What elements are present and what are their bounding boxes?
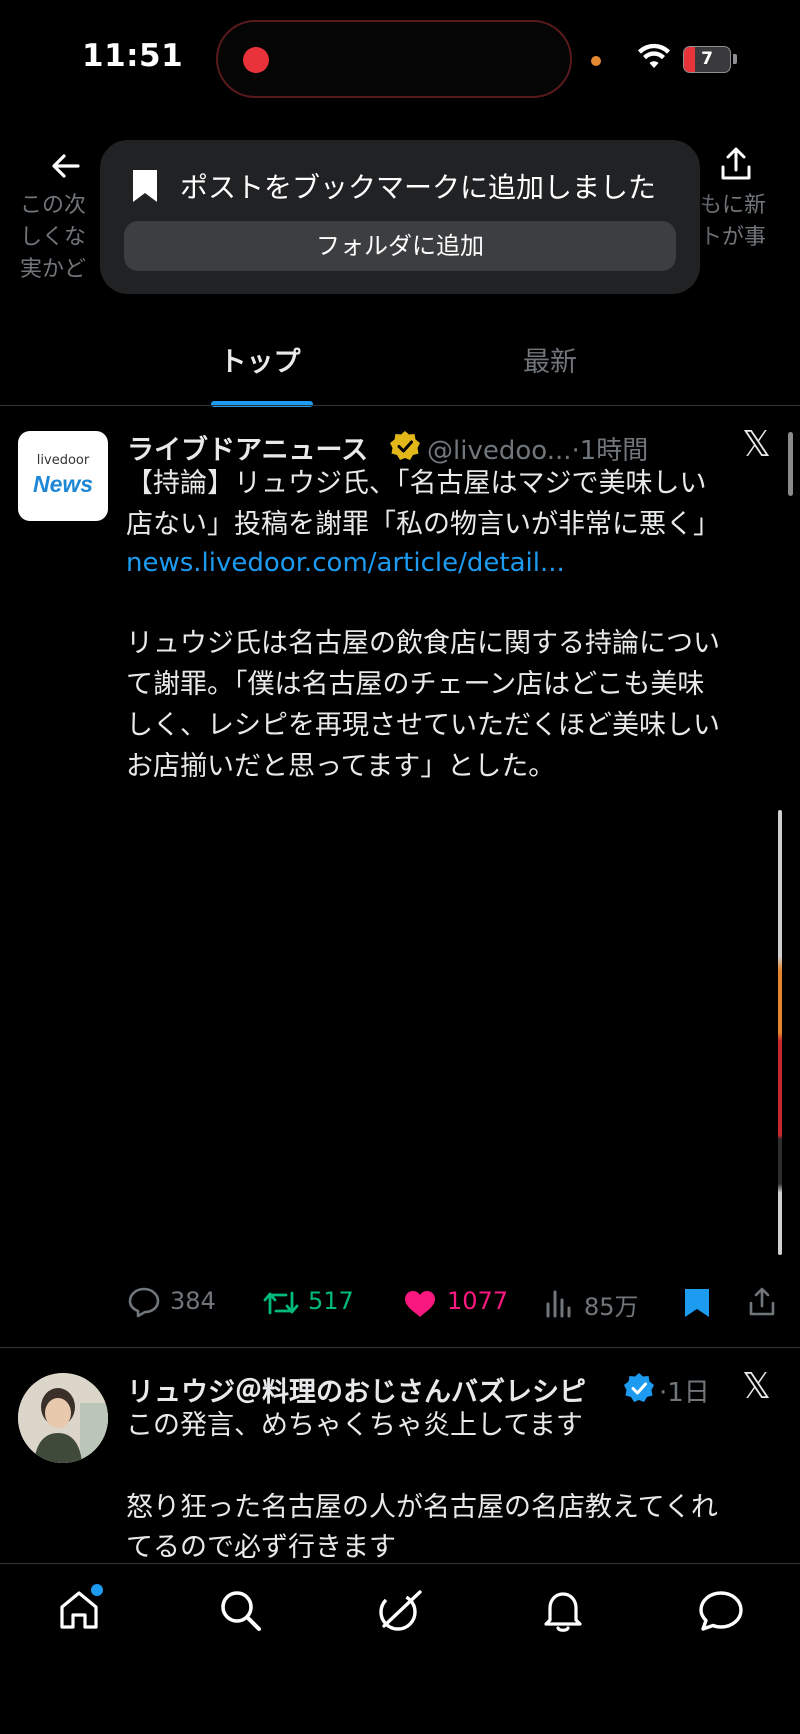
verified-gold-badge-icon [390, 431, 420, 460]
post-body-line: お店揃いだと思ってます」とした。 [126, 751, 556, 782]
x-logo-icon: 𝕏 [742, 424, 772, 465]
dynamic-island [216, 20, 572, 98]
post-handle: @livedoo...·1時間 [427, 430, 648, 467]
post-author-name[interactable]: ライブドアニュース [127, 428, 368, 467]
bookmark-filled-icon[interactable] [683, 1287, 711, 1319]
notifications-bell-icon[interactable] [541, 1588, 585, 1634]
post-author-name[interactable]: リュウジ＠料理のおじさんバズレシピ [127, 1370, 586, 1409]
views-count: 85万 [584, 1293, 639, 1321]
share-icon[interactable] [716, 145, 756, 185]
grok-icon[interactable] [376, 1588, 424, 1634]
search-icon[interactable] [218, 1588, 264, 1634]
notification-dot [91, 1584, 103, 1596]
x-logo-icon: 𝕏 [742, 1366, 772, 1407]
battery-cap [733, 54, 737, 64]
share-icon[interactable] [747, 1286, 777, 1318]
avatar-photo [18, 1373, 108, 1463]
battery-percent: 7 [701, 49, 713, 69]
post-body-line: リュウジ氏は名古屋の飲食店に関する持論につい [126, 628, 720, 659]
post-text-line: 怒り狂った名古屋の人が名古屋の名店教えてくれ [126, 1492, 718, 1523]
scrollbar[interactable] [788, 432, 793, 496]
like-heart-icon[interactable] [403, 1289, 437, 1319]
recording-indicator [243, 47, 269, 73]
post-link[interactable]: news.livedoor.com/article/detail... [126, 548, 565, 578]
privacy-indicator [591, 56, 601, 66]
back-arrow-icon[interactable] [46, 146, 86, 186]
media-edge [778, 810, 782, 1255]
avatar-brand-small: livedoor [36, 453, 90, 468]
reply-count: 384 [170, 1287, 216, 1315]
avatar-brand-big: News [32, 471, 94, 497]
add-to-folder-button[interactable]: フォルダに追加 [124, 221, 676, 271]
avatar[interactable] [18, 1373, 108, 1463]
handle-text: @livedoo... [427, 436, 572, 466]
bg-text-fragment: もに新 [700, 193, 767, 218]
avatar[interactable]: livedoor News [18, 431, 108, 521]
messages-icon[interactable] [697, 1588, 745, 1634]
tab-latest[interactable]: 最新 [350, 340, 750, 379]
post-body-line: しく、レシピを再現させていただくほど美味しい [126, 710, 720, 741]
bg-text-fragment: トが事 [700, 225, 767, 250]
post-text-line: 店ない」投稿を謝罪「私の物言いが非常に悪く」 [126, 509, 720, 540]
post-body-line: て謝罪。「僕は名古屋のチェーン店はどこも美味 [126, 669, 705, 700]
post-text-line: てるので必ず行きます [126, 1532, 396, 1563]
bookmark-icon [133, 170, 157, 202]
post-text-line: 【持論】リュウジ氏、「名古屋はマジで美味しい [126, 468, 707, 499]
reply-icon[interactable] [127, 1286, 161, 1318]
bg-text-fragment: この次 [20, 193, 87, 218]
post-time: ·1日 [659, 1378, 710, 1408]
verified-blue-badge-icon [624, 1373, 654, 1402]
post-text-line: この発言、めちゃくちゃ炎上してます [126, 1410, 583, 1441]
post-time: ·1時間 [571, 436, 649, 466]
bg-text-fragment: 実かど [20, 257, 87, 282]
bg-text-fragment: しくな [20, 225, 87, 250]
divider [0, 405, 800, 406]
views-icon[interactable] [545, 1288, 573, 1318]
toast-message: ポストをブックマークに追加しました [180, 171, 657, 204]
like-count: 1077 [447, 1287, 509, 1315]
divider [0, 1347, 800, 1348]
repost-count: 517 [308, 1287, 354, 1315]
status-time: 11:51 [82, 38, 184, 74]
wifi-icon [638, 43, 670, 68]
active-tab-indicator [211, 401, 313, 407]
repost-icon[interactable] [263, 1288, 299, 1318]
battery-icon: 7 [683, 46, 731, 73]
